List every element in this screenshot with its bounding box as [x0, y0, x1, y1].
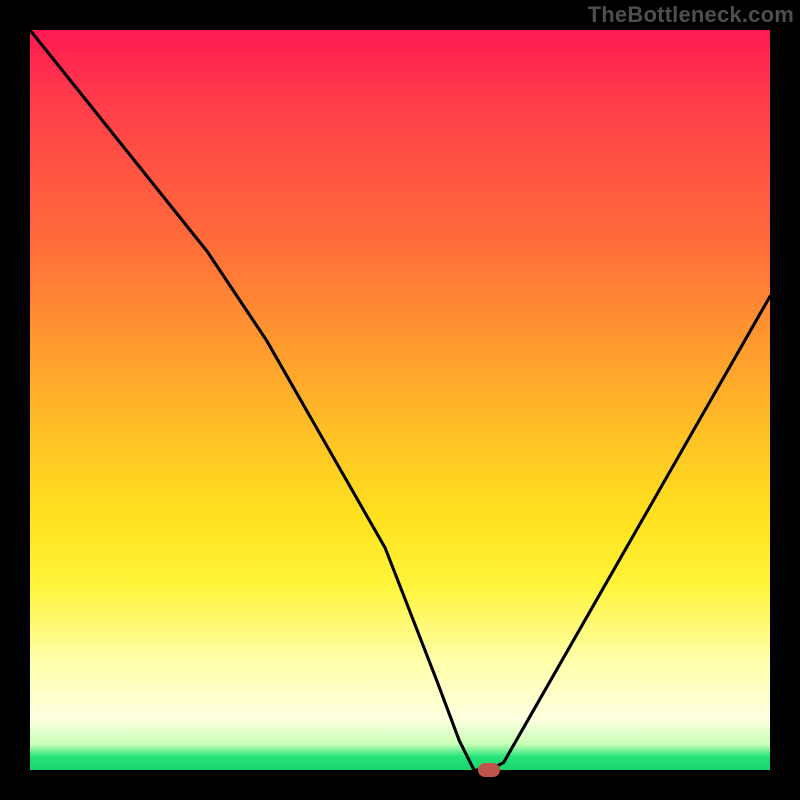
optimum-marker: [478, 763, 500, 777]
watermark-text: TheBottleneck.com: [588, 2, 794, 28]
plot-area: [30, 30, 770, 770]
curve-path: [30, 30, 770, 770]
bottleneck-curve: [30, 30, 770, 770]
chart-frame: TheBottleneck.com: [0, 0, 800, 800]
